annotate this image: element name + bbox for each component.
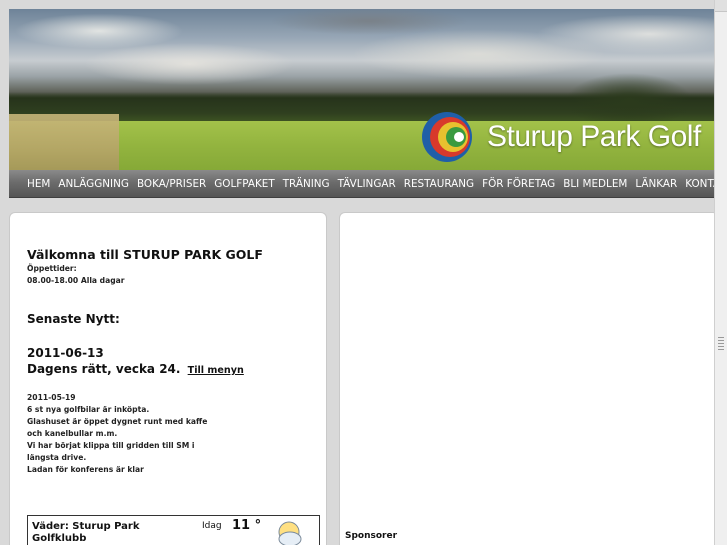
sidebar-panel: Sponsorer — [339, 212, 719, 545]
news-headline: Dagens rätt, vecka 24. Till menyn — [27, 362, 244, 376]
news-line: längsta drive. — [27, 453, 87, 462]
vertical-scrollbar[interactable] — [714, 0, 727, 545]
nav-item-lankar[interactable]: LÄNKAR — [635, 178, 677, 190]
news-line: 2011-05-19 — [27, 393, 76, 402]
nav-item-anlaggning[interactable]: ANLÄGGNING — [58, 178, 129, 190]
menu-link[interactable]: Till menyn — [188, 365, 244, 376]
golf-ball-logo-icon — [422, 112, 472, 162]
welcome-title: Välkomna till STURUP PARK GOLF — [27, 247, 263, 262]
nav-item-boka-priser[interactable]: BOKA/PRISER — [137, 178, 206, 190]
nav-item-for-foretag[interactable]: FÖR FÖRETAG — [482, 178, 555, 190]
weather-day: Idag — [202, 521, 222, 531]
logo-text: Sturup Park Golf — [487, 120, 701, 153]
weather-title: Väder: Sturup Park Golfklubb — [32, 521, 140, 544]
weather-widget[interactable]: Väder: Sturup Park Golfklubb Idag 11 ° — [27, 515, 320, 545]
nav-item-hem[interactable]: HEM — [27, 178, 50, 190]
scroll-up-button[interactable] — [715, 0, 727, 12]
opening-hours-value: 08.00-18.00 Alla dagar — [27, 276, 125, 285]
news-section-title: Senaste Nytt: — [27, 312, 120, 326]
nav-item-tavlingar[interactable]: TÄVLINGAR — [338, 178, 396, 190]
news-line: Vi har börjat klippa till gridden till S… — [27, 441, 195, 450]
news-headline-text: Dagens rätt, vecka 24. — [27, 362, 181, 376]
news-line: Glashuset är öppet dygnet runt med kaffe — [27, 417, 208, 426]
partly-cloudy-icon — [278, 521, 302, 545]
opening-hours-label: Öppettider: — [27, 264, 77, 273]
news-body: 2011-05-19 6 st nya golfbilar är inköpta… — [27, 392, 227, 476]
header-banner: Sturup Park Golf — [9, 9, 714, 170]
nav-item-bli-medlem[interactable]: BLI MEDLEM — [563, 178, 627, 190]
rough-grass — [9, 114, 119, 170]
scroll-grip-icon[interactable] — [718, 337, 724, 351]
news-line: och kanelbullar m.m. — [27, 429, 118, 438]
news-date: 2011-06-13 — [27, 346, 104, 360]
content-panel: Välkomna till STURUP PARK GOLF Öppettide… — [9, 212, 327, 545]
main-navigation: HEM ANLÄGGNING BOKA/PRISER GOLFPAKET TRÄ… — [9, 170, 727, 198]
nav-item-restaurang[interactable]: RESTAURANG — [404, 178, 474, 190]
nav-item-golfpaket[interactable]: GOLFPAKET — [214, 178, 274, 190]
news-line: Ladan för konferens är klar — [27, 465, 144, 474]
weather-temperature: 11 ° — [232, 518, 262, 533]
sponsor-label: Sponsorer — [345, 531, 398, 541]
news-line: 6 st nya golfbilar är inköpta. — [27, 405, 150, 414]
nav-item-traning[interactable]: TRÄNING — [283, 178, 330, 190]
site-logo[interactable]: Sturup Park Golf — [421, 109, 701, 165]
